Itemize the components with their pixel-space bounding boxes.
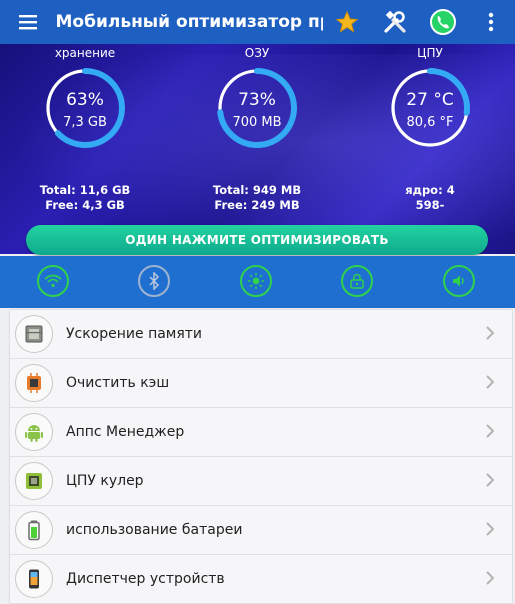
cpu-temp-fahrenheit: 80,6 °F — [406, 115, 454, 130]
storage-label: хранение — [54, 46, 116, 60]
chevron-right-icon — [486, 571, 494, 585]
list-item-app-manager[interactable]: Аппс Менеджер — [10, 408, 512, 457]
storage-stat: хранение 63% 7,3 GB Total: 11,6 GB Free:… — [5, 44, 165, 213]
battery-icon — [15, 511, 53, 549]
star-icon[interactable] — [323, 0, 371, 44]
list-item-label: Очистить кэш — [66, 375, 170, 391]
brightness-icon — [248, 273, 264, 289]
storage-used: 7,3 GB — [63, 115, 107, 130]
cpu-frequency: 598- — [415, 198, 445, 212]
list-item-memory-boost[interactable]: Ускорение памяти — [10, 310, 512, 359]
storage-free: Free: 4,3 GB — [45, 198, 125, 212]
more-options-icon[interactable] — [467, 0, 515, 44]
brightness-toggle[interactable] — [240, 265, 272, 297]
memory-chip-icon — [15, 315, 53, 353]
whatsapp-icon[interactable] — [419, 0, 467, 44]
storage-percent: 63% — [66, 90, 104, 110]
bluetooth-toggle[interactable] — [138, 265, 170, 297]
phone-icon — [15, 560, 53, 598]
app-title: Мобильный оптимизатор пр… — [55, 12, 323, 32]
chevron-right-icon — [486, 326, 494, 340]
chevron-right-icon — [486, 522, 494, 536]
cpu-gauge: 27 °C 80,6 °F — [388, 66, 472, 150]
chevron-right-icon — [486, 473, 494, 487]
ram-label: ОЗУ — [244, 46, 270, 60]
menu-icon[interactable] — [0, 0, 55, 44]
chevron-right-icon — [486, 424, 494, 438]
wifi-toggle[interactable] — [37, 265, 69, 297]
lock-icon — [350, 273, 364, 289]
ram-used: 700 MB — [232, 115, 282, 130]
storage-total: Total: 11,6 GB — [39, 183, 131, 197]
cpu-cores: ядро: 4 — [405, 183, 455, 197]
ram-gauge: 73% 700 MB — [215, 66, 299, 150]
list-item-label: Ускорение памяти — [66, 326, 203, 342]
feature-list: Ускорение памяти Очистить кэш Аппс Менед… — [10, 310, 512, 604]
cpu-temp-celsius: 27 °C — [406, 90, 454, 110]
ram-percent: 73% — [238, 90, 276, 110]
list-item-battery-usage[interactable]: использование батареи — [10, 506, 512, 555]
cpu-label: ЦПУ — [417, 46, 443, 60]
bluetooth-icon — [149, 272, 160, 290]
cache-chip-icon — [15, 364, 53, 402]
sound-toggle[interactable] — [443, 265, 475, 297]
storage-gauge: 63% 7,3 GB — [43, 66, 127, 150]
quick-toggles-bar — [0, 256, 515, 308]
list-item-clear-cache[interactable]: Очистить кэш — [10, 359, 512, 408]
ram-free: Free: 249 MB — [214, 198, 300, 212]
wifi-icon — [44, 274, 62, 288]
app-bar: Мобильный оптимизатор пр… — [0, 0, 515, 44]
tools-icon[interactable] — [371, 0, 419, 44]
volume-icon — [453, 275, 464, 287]
list-item-label: Аппс Менеджер — [66, 424, 185, 440]
stats-panel: хранение 63% 7,3 GB Total: 11,6 GB Free:… — [0, 44, 515, 254]
list-item-label: Диспетчер устройств — [66, 571, 225, 587]
rotation-lock-toggle[interactable] — [341, 265, 373, 297]
list-item-label: использование батареи — [66, 522, 243, 538]
list-item-device-manager[interactable]: Диспетчер устройств — [10, 555, 512, 604]
chevron-right-icon — [486, 375, 494, 389]
list-item-cpu-cooler[interactable]: ЦПУ кулер — [10, 457, 512, 506]
ram-total: Total: 949 MB — [212, 183, 302, 197]
list-item-label: ЦПУ кулер — [66, 473, 144, 489]
cpu-icon — [15, 462, 53, 500]
optimize-button[interactable]: ОДИН НАЖМИТЕ ОПТИМИЗИРОВАТЬ — [26, 225, 488, 255]
android-icon — [15, 413, 53, 451]
ram-stat: ОЗУ 73% 700 MB Total: 949 MB Free: 249 M… — [177, 44, 337, 213]
cpu-stat: ЦПУ 27 °C 80,6 °F ядро: 4 598- — [350, 44, 510, 213]
